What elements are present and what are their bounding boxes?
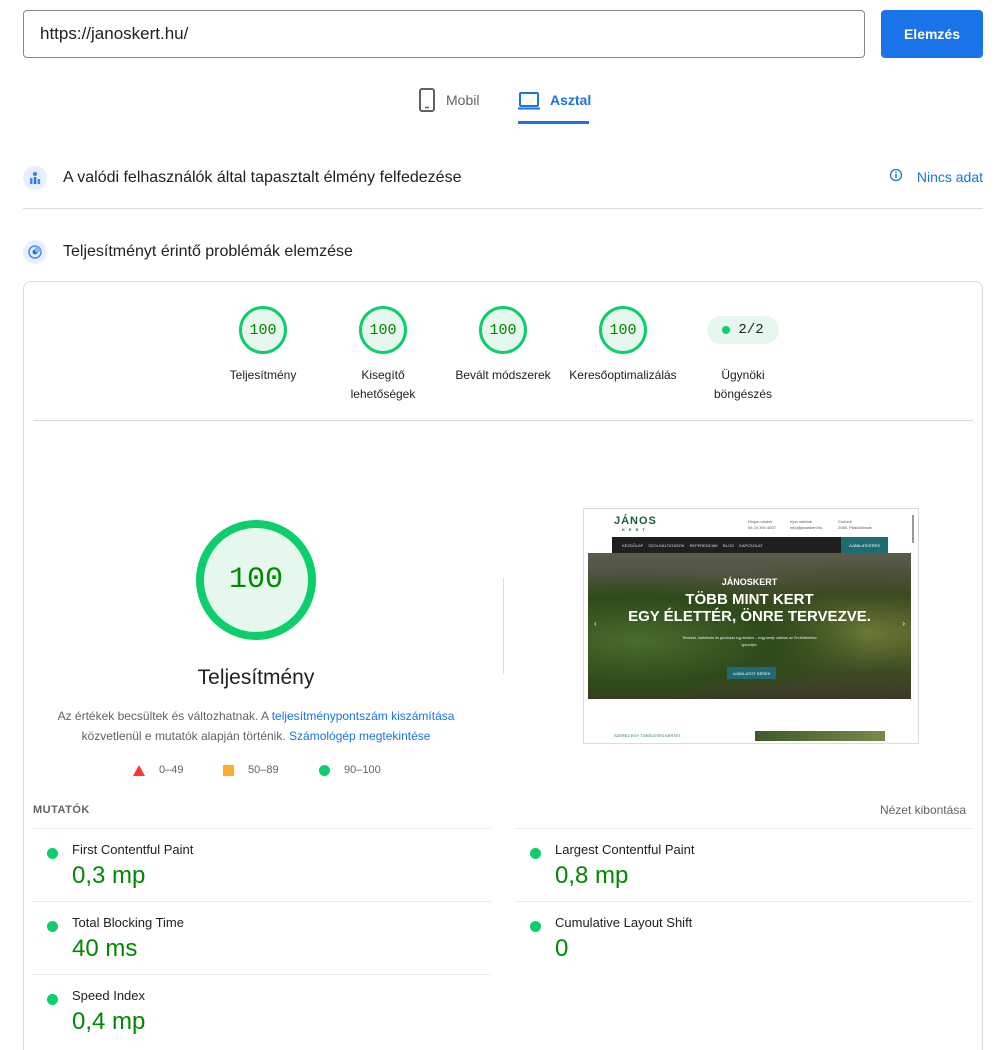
expand-view-button[interactable]: Nézet kibontása <box>880 803 966 817</box>
card-divider <box>33 420 973 421</box>
metric-name: Total Blocking Time <box>72 915 184 930</box>
diagnose-title: Teljesítményt érintő problémák elemzése <box>63 243 353 260</box>
gauge-score: 100 <box>609 321 637 339</box>
thumb-nav-item: KEZDŐLAP <box>622 542 644 548</box>
metric-value: 0,4 mp <box>72 1008 146 1035</box>
performance-main-label: Teljesítmény <box>197 666 315 689</box>
desc-text-1: Az értékek becsültek és változhatnak. A <box>57 709 272 723</box>
metric-name: Largest Contentful Paint <box>555 842 695 857</box>
thumb-nav-cta: AJÁNLATKÉRÉS <box>841 537 888 553</box>
metrics-heading: MUTATÓK <box>33 804 90 816</box>
metric-name: Speed Index <box>72 988 146 1003</box>
thumb-nav-item: KAPCSOLAT <box>739 542 763 548</box>
calculator-link[interactable]: Számológép megtekintése <box>289 729 430 743</box>
gauge-score: 100 <box>489 321 517 339</box>
metric-divider <box>33 828 491 829</box>
thumb-hero-text: Tervezés, kivitelezés és gondozás egy ké… <box>682 636 817 647</box>
thumb-contact-phone: Hívjon minket 06 20 390 4007 <box>748 519 776 530</box>
legend-average-range: 50–89 <box>248 764 279 776</box>
performance-main-gauge: 100 <box>196 520 316 640</box>
pass-dot-icon <box>47 994 58 1005</box>
thumb-hero: JÁNOSKERT TÖBB MINT KERT EGY ÉLETTÉR, ÖNR… <box>588 553 911 699</box>
square-icon <box>223 764 234 776</box>
score-calculation-link[interactable]: teljesítménypontszám kiszámítása <box>272 709 455 723</box>
thumb-contact-email: Írjon nekünk info@janoskert.hu <box>790 519 823 530</box>
agentic-browsing-pill[interactable]: 2/2 <box>707 316 779 344</box>
thumb-logo: JÁNOS KERT <box>614 515 657 532</box>
pass-dot-icon <box>530 848 541 859</box>
thumb-contact-address: Címünk 2085, Pilisvörösvár <box>838 519 872 530</box>
laptop-icon <box>518 88 540 112</box>
tab-desktop[interactable]: Asztal <box>518 88 592 124</box>
gauge-best-practices[interactable]: 100 <box>479 306 527 354</box>
legend-average: 50–89 <box>223 764 279 776</box>
gauge-score: 100 <box>249 321 277 339</box>
phone-icon <box>418 88 436 112</box>
thumb-nav: KEZDŐLAP SZOLGÁLTATÁSOK REFERENCIÁK BLOG… <box>612 537 888 553</box>
thumb-hero-sub: JÁNOSKERT <box>721 577 778 587</box>
chevron-right-icon: › <box>902 619 905 628</box>
thumb-footer-text: SZEREZ EGY TÖKÉLETES KERTET <box>614 733 681 738</box>
pass-dot-icon <box>47 921 58 932</box>
gauge-seo[interactable]: 100 <box>599 306 647 354</box>
metric-value: 40 ms <box>72 935 138 962</box>
metric-divider <box>33 974 491 975</box>
analyze-button[interactable]: Elemzés <box>881 10 983 58</box>
legend-pass: 90–100 <box>319 764 381 776</box>
chevron-left-icon: ‹ <box>594 619 597 628</box>
thumb-nav-item: REFERENCIÁK <box>689 542 719 548</box>
section-divider <box>23 208 983 209</box>
triangle-icon <box>133 764 145 776</box>
thumb-nav-item: SZOLGÁLTATÁSOK <box>648 542 685 548</box>
gauge-label-seo[interactable]: Keresőoptimalizálás <box>561 366 685 385</box>
diagnose-section-header: Teljesítményt érintő problémák elemzése <box>23 240 983 264</box>
pass-dot-icon <box>722 326 731 334</box>
gauge-label-accessibility[interactable]: Kisegítő lehetőségek <box>333 366 433 404</box>
metric-divider <box>33 901 491 902</box>
vertical-separator <box>503 578 504 674</box>
thumb-nav-item: BLOG <box>723 542 735 548</box>
tab-desktop-label: Asztal <box>550 92 592 108</box>
lighthouse-icon <box>23 240 47 264</box>
gauge-score: 100 <box>369 321 397 339</box>
legend-pass-range: 90–100 <box>344 764 381 776</box>
gauge-label-agentic[interactable]: Ügynöki böngészés <box>703 366 783 404</box>
url-input[interactable]: https://janoskert.hu/ <box>23 10 865 58</box>
agentic-score: 2/2 <box>738 322 764 338</box>
crux-title: A valódi felhasználók által tapasztalt é… <box>63 169 462 186</box>
gauge-accessibility[interactable]: 100 <box>359 306 407 354</box>
no-data-status[interactable]: Nincs adat <box>889 168 983 185</box>
thumb-scrollbar <box>912 515 914 543</box>
tab-mobile-label: Mobil <box>446 92 480 108</box>
info-icon <box>889 168 903 185</box>
page-screenshot-thumbnail[interactable]: JÁNOS KERT Hívjon minket 06 20 390 4007 Í… <box>583 508 919 744</box>
gauge-label-best-practices[interactable]: Bevált módszerek <box>443 366 563 385</box>
metric-value: 0,3 mp <box>72 862 146 889</box>
main-score: 100 <box>228 563 283 597</box>
metric-value: 0 <box>555 935 569 962</box>
metric-divider <box>515 901 973 902</box>
metric-name: Cumulative Layout Shift <box>555 915 693 930</box>
metric-divider <box>515 828 973 829</box>
desc-text-2: közvetlenül e mutatók alapján történik. <box>81 729 290 743</box>
gauge-performance[interactable]: 100 <box>239 306 287 354</box>
legend-fail: 0–49 <box>133 764 183 776</box>
pass-dot-icon <box>530 921 541 932</box>
users-chart-icon <box>23 166 47 190</box>
metric-name: First Contentful Paint <box>72 842 194 857</box>
no-data-label: Nincs adat <box>916 168 983 185</box>
score-description: Az értékek becsültek és változhatnak. A … <box>40 706 472 746</box>
thumb-hero-button: AJÁNLATOT KÉREK <box>727 667 777 679</box>
gauge-label-performance[interactable]: Teljesítmény <box>203 366 323 385</box>
circle-icon <box>319 764 330 776</box>
crux-section-header: A valódi felhasználók által tapasztalt é… <box>23 166 983 190</box>
tab-mobile[interactable]: Mobil <box>418 88 479 124</box>
pass-dot-icon <box>47 848 58 859</box>
thumb-footer-image <box>755 731 885 741</box>
legend-fail-range: 0–49 <box>159 764 184 776</box>
metric-value: 0,8 mp <box>555 862 629 889</box>
thumb-hero-title: TÖBB MINT KERT EGY ÉLETTÉR, ÖNRE TERVEZVE… <box>628 591 871 625</box>
